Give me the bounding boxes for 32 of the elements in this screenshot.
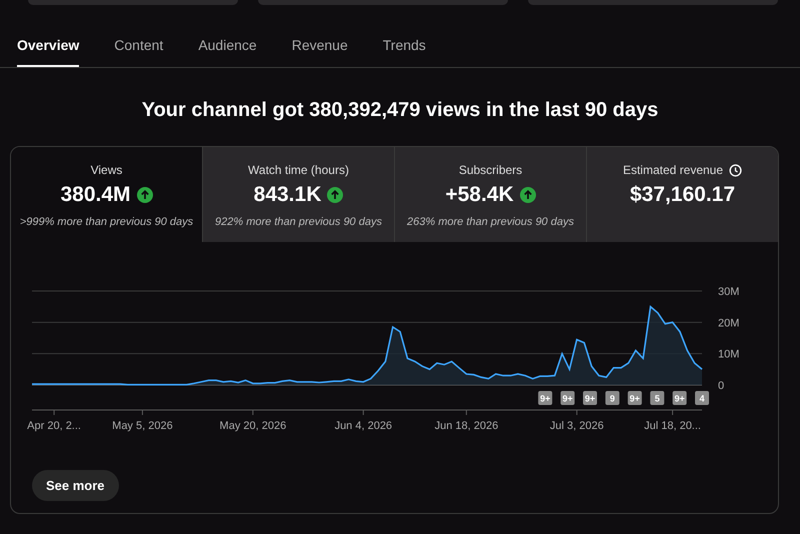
x-axis-label: Apr 20, 2...: [27, 420, 81, 432]
tab[interactable]: Overview: [17, 29, 80, 67]
comparison-text: 922% more than previous 90 days: [215, 216, 382, 228]
see-more-button[interactable]: See more: [32, 470, 119, 501]
metric-value: +58.4K: [445, 183, 514, 207]
tab[interactable]: Trends: [382, 29, 426, 67]
y-axis-label: 30M: [718, 286, 740, 298]
comparison-text: >999% more than previous 90 days: [20, 216, 194, 228]
metric-label: Estimated revenue: [622, 163, 724, 177]
x-axis-label: Jun 4, 2026: [334, 420, 392, 432]
metric-label: Watch time (hours): [248, 163, 349, 177]
tab[interactable]: Revenue: [292, 29, 348, 67]
y-axis-label: 20M: [718, 317, 740, 330]
metric-tile[interactable]: Estimated revenue $37,160.17: [586, 147, 778, 242]
metric-label: Views: [90, 163, 122, 177]
metric-value: 380.4M: [60, 183, 131, 207]
metric-value: $37,160.17: [630, 183, 736, 207]
metric-label: Subscribers: [458, 163, 522, 177]
metric-tile[interactable]: Subscribers +58.4K 263% more than previous 90 days: [394, 147, 586, 242]
x-axis-label: Jun 18, 2026: [434, 420, 498, 432]
headline: Your channel got 380,392,479 views in the last 90 days: [140, 98, 660, 123]
x-axis-label: Jul 18, 20...: [644, 420, 701, 432]
y-axis-label: 0: [718, 380, 724, 392]
tab[interactable]: Audience: [198, 29, 257, 67]
x-axis-label: May 5, 2026: [112, 420, 173, 432]
comparison-text: 263% more than previous 90 days: [407, 216, 574, 228]
x-axis-label: May 20, 2026: [220, 420, 286, 432]
x-axis-label: Jul 3, 2026: [550, 420, 604, 432]
y-axis-label: 10M: [718, 348, 740, 361]
metric-tile[interactable]: Watch time (hours) 843.1K 922% more than previous 90 days: [202, 147, 394, 242]
metric-value: 843.1K: [254, 183, 322, 207]
tab[interactable]: Content: [114, 29, 164, 67]
